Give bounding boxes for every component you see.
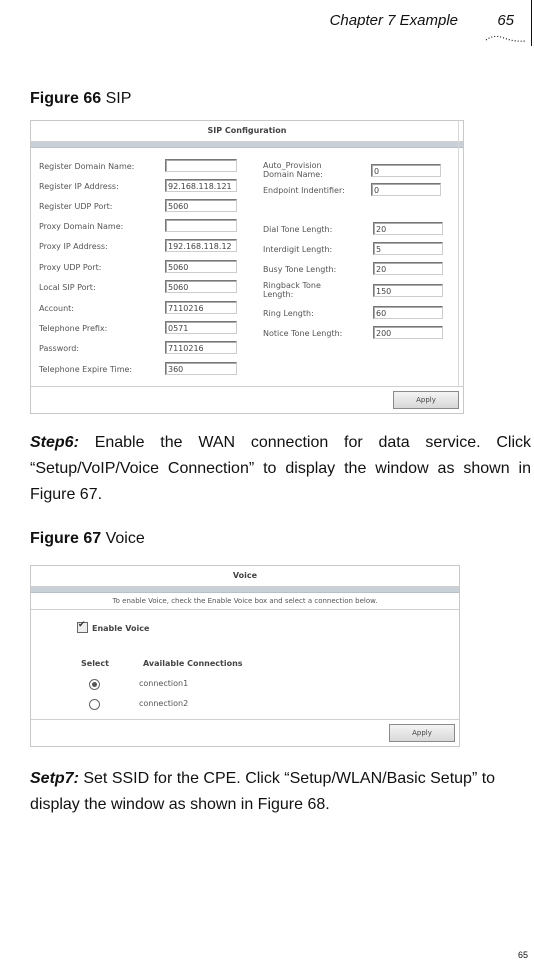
header-page-number: 65	[497, 12, 514, 29]
figure-67-title: Voice	[105, 530, 145, 547]
field-label: Account:	[39, 304, 74, 313]
field-label: Register UDP Port:	[39, 202, 113, 211]
voice-panel-title: Voice	[31, 566, 459, 587]
sip-panel-title: SIP Configuration	[31, 121, 463, 142]
field-label: Proxy IP Address:	[39, 242, 108, 251]
figure-67-caption: Figure 67 Voice	[30, 530, 145, 548]
step6-label: Step6:	[30, 434, 79, 451]
voice-panel-footer: Apply	[31, 719, 459, 746]
sip-panel-footer: Apply	[31, 386, 463, 413]
proxy-udp-port-input[interactable]: 5060	[165, 260, 237, 273]
step6-text: Enable the WAN connection for data servi…	[30, 434, 531, 503]
field-label: Local SIP Port:	[39, 283, 96, 292]
sip-configuration-panel: SIP Configuration Register Domain Name: …	[30, 120, 464, 414]
auto-provision-domain-name-input[interactable]: 0	[371, 164, 441, 177]
connection2-radio[interactable]	[89, 699, 100, 710]
field-label: Notice Tone Length:	[263, 329, 343, 338]
field-label: Ringback Tone Length:	[263, 281, 321, 299]
password-input[interactable]: 7110216	[165, 341, 237, 354]
connection1-radio[interactable]	[89, 679, 100, 690]
field-label: Telephone Prefix:	[39, 324, 108, 333]
notice-tone-length-input[interactable]: 200	[373, 326, 443, 339]
account-input[interactable]: 7110216	[165, 301, 237, 314]
field-label: Telephone Expire Time:	[39, 365, 133, 374]
ring-length-input[interactable]: 60	[373, 306, 443, 319]
field-label: Interdigit Length:	[263, 245, 333, 254]
field-label: Auto_Provision Domain Name:	[263, 161, 323, 179]
footer-page-number: 65	[517, 950, 528, 960]
field-label: Password:	[39, 344, 80, 353]
voice-apply-button[interactable]: Apply	[389, 724, 455, 742]
sip-apply-button[interactable]: Apply	[393, 391, 459, 409]
running-header: Chapter 7 Example 65	[0, 0, 534, 48]
local-sip-port-input[interactable]: 5060	[165, 280, 237, 293]
decorative-dotted-curve	[485, 35, 527, 42]
step7-paragraph: Setp7: Set SSID for the CPE. Click “Setu…	[30, 766, 531, 818]
voice-description: To enable Voice, check the Enable Voice …	[31, 593, 459, 610]
step7-text: Set SSID for the CPE. Click “Setup/WLAN/…	[30, 770, 496, 813]
step6-paragraph: Step6: Enable the WAN connection for dat…	[30, 430, 531, 508]
busy-tone-length-input[interactable]: 20	[373, 262, 443, 275]
voice-panel: Voice To enable Voice, check the Enable …	[30, 565, 460, 747]
figure-66-label: Figure 66	[30, 90, 102, 107]
enable-voice-option[interactable]: Enable Voice	[77, 620, 150, 633]
sip-panel-divider	[458, 121, 459, 387]
ringback-tone-length-input[interactable]: 150	[373, 284, 443, 297]
available-connections-header: Available Connections	[143, 659, 243, 668]
connection-name: connection1	[139, 679, 189, 688]
field-label: Busy Tone Length:	[263, 265, 337, 274]
field-label: Register IP Address:	[39, 182, 119, 191]
field-label: Register Domain Name:	[39, 162, 135, 171]
enable-voice-checkbox[interactable]	[77, 620, 88, 633]
connection-row: connection1	[89, 679, 188, 690]
interdigit-length-input[interactable]: 5	[373, 242, 443, 255]
field-label: Ring Length:	[263, 309, 314, 318]
figure-67-label: Figure 67	[30, 530, 102, 547]
endpoint-identifier-input[interactable]: 0	[371, 183, 441, 196]
register-ip-address-input[interactable]: 92.168.118.121	[165, 179, 237, 192]
field-label: Proxy Domain Name:	[39, 222, 124, 231]
figure-66-title: SIP	[105, 90, 132, 107]
telephone-prefix-input[interactable]: 0571	[165, 321, 237, 334]
register-udp-port-input[interactable]: 5060	[165, 199, 237, 212]
dial-tone-length-input[interactable]: 20	[373, 222, 443, 235]
chapter-title: Chapter 7 Example	[329, 12, 458, 29]
field-label: Endpoint Indentifier:	[263, 186, 345, 195]
sip-panel-band	[31, 142, 463, 148]
proxy-ip-address-input[interactable]: 192.168.118.12	[165, 239, 237, 252]
enable-voice-label: Enable Voice	[92, 624, 150, 633]
proxy-domain-name-input[interactable]	[165, 219, 237, 232]
field-label: Dial Tone Length:	[263, 225, 333, 234]
select-column-header: Select	[81, 659, 109, 668]
field-label: Proxy UDP Port:	[39, 263, 102, 272]
telephone-expire-time-input[interactable]: 360	[165, 362, 237, 375]
connection-name: connection2	[139, 699, 189, 708]
figure-66-caption: Figure 66 SIP	[30, 90, 131, 108]
step7-label: Setp7:	[30, 770, 79, 787]
register-domain-name-input[interactable]	[165, 159, 237, 172]
connection-row: connection2	[89, 699, 188, 710]
header-rule-vertical	[531, 0, 532, 46]
